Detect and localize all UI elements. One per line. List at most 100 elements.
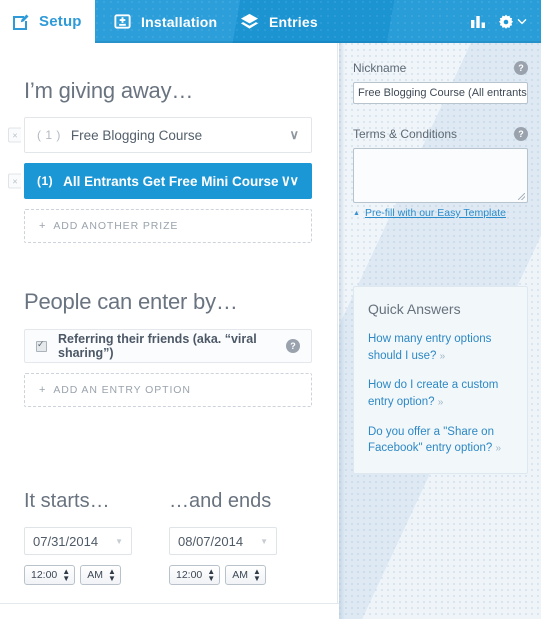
quick-answers-title: Quick Answers <box>368 301 461 317</box>
app-root: Setup Installation Entries I’m giving aw… <box>0 0 541 619</box>
ends-title: and ends <box>189 490 272 512</box>
schedule-headings: It starts… …and ends <box>24 490 314 513</box>
setup-main-panel: I’m giving away… × ( 1 ) Free Blogging C… <box>0 43 338 603</box>
add-another-prize-button[interactable]: + ADD ANOTHER PRIZE <box>24 209 312 243</box>
caret-down-icon: ▼ <box>260 536 268 546</box>
prize-name: Free Blogging Course <box>70 127 203 143</box>
help-icon[interactable]: ? <box>514 61 528 75</box>
stepper-arrows-icon[interactable]: ▲ ▼ <box>108 568 116 583</box>
prize-quantity: (1) <box>37 174 54 188</box>
bar-chart-icon-button[interactable] <box>458 0 498 43</box>
settings-menu-button[interactable] <box>498 0 541 43</box>
prize-name: All Entrants Get Free Mini Course When I <box>63 173 290 189</box>
terms-label-row: Terms & Conditions ? <box>353 127 528 141</box>
end-time-value: 12:00 <box>176 569 203 581</box>
end-date-value: 08/07/2014 <box>178 533 244 549</box>
nav-item-installation-label: Installation <box>141 13 218 30</box>
bar-chart-icon <box>470 14 486 29</box>
nav-right-actions <box>458 0 541 43</box>
quick-answer-text: How do I create a custom entry option? <box>368 379 499 409</box>
terms-textarea[interactable] <box>353 148 528 203</box>
section-title-enter-by: People can enter by… <box>24 289 238 314</box>
nav-item-entries[interactable]: Entries <box>239 0 318 43</box>
tab-setup-label: Setup <box>39 13 82 30</box>
remove-prize-button[interactable]: × <box>8 173 21 189</box>
chevron-down-icon[interactable]: ∨ <box>289 173 299 189</box>
end-meridiem-value: AM <box>232 569 248 581</box>
arrow-icon: » <box>437 397 444 409</box>
prize-item-1[interactable]: (1) All Entrants Get Free Mini Course Wh… <box>24 163 312 199</box>
end-date-input[interactable]: 08/07/2014 ▼ <box>169 527 277 555</box>
help-icon[interactable]: ? <box>514 127 528 141</box>
starts-title: It starts <box>24 490 90 512</box>
help-icon[interactable]: ? <box>286 339 300 353</box>
settings-sidebar: Nickname ? Free Blogging Course (All ent… <box>339 43 541 619</box>
stepper-arrows-icon[interactable]: ▲ ▼ <box>62 568 70 583</box>
nickname-field-group: Nickname ? Free Blogging Course (All ent… <box>353 61 528 104</box>
top-navigation-bar: Setup Installation Entries <box>0 0 541 43</box>
add-entry-option-label: ADD AN ENTRY OPTION <box>53 384 191 396</box>
entry-option-referral[interactable]: Referring their friends (aka. “viral sha… <box>24 329 312 363</box>
schedule-controls: 07/31/2014 ▼ 12:00 ▲ ▼ AM ▲ ▼ 08/07/2014… <box>24 527 314 585</box>
bullet-icon: ▲ <box>353 209 360 217</box>
caret-down-icon: ▼ <box>115 536 123 546</box>
quick-answer-text: How many entry options should I use? <box>368 333 492 362</box>
nickname-label: Nickname <box>353 61 407 75</box>
prize-list: × ( 1 ) Free Blogging Course ∨ × (1) All… <box>8 117 312 243</box>
prefill-template-link[interactable]: ▲ Pre-fill with our Easy Template <box>353 207 506 219</box>
stepper-arrows-icon[interactable]: ▲ ▼ <box>207 568 215 583</box>
nav-item-entries-label: Entries <box>269 13 318 30</box>
quick-answer-link-2[interactable]: Do you offer a "Share on Facebook" entry… <box>368 424 513 457</box>
prefill-template-label: Pre-fill with our Easy Template <box>364 207 506 219</box>
compose-icon <box>11 12 31 32</box>
terms-field-group: Terms & Conditions ? <box>353 127 528 203</box>
starts-ellipsis: … <box>89 490 110 512</box>
ends-ellipsis: … <box>169 490 189 512</box>
arrow-icon: » <box>439 350 446 362</box>
prize-row: × (1) All Entrants Get Free Mini Course … <box>8 163 312 199</box>
quick-answers-card: Quick Answers How many entry options sho… <box>353 286 528 475</box>
start-meridiem-value: AM <box>87 569 103 581</box>
start-time-row: 12:00 ▲ ▼ AM ▲ ▼ <box>24 565 169 585</box>
chevron-down-icon <box>517 18 527 25</box>
panel-footer <box>0 603 339 619</box>
schedule-section: It starts… …and ends 07/31/2014 ▼ 12:00 … <box>24 490 314 585</box>
nickname-label-row: Nickname ? <box>353 61 528 75</box>
prize-quantity: ( 1 ) <box>37 128 61 142</box>
nav-item-installation[interactable]: Installation <box>113 0 217 43</box>
entry-option-label: Referring their friends (aka. “viral sha… <box>58 332 257 360</box>
end-time-stepper[interactable]: 12:00 ▲ ▼ <box>169 565 221 585</box>
nickname-value: Free Blogging Course (All entrants w <box>358 87 528 99</box>
end-meridiem-stepper[interactable]: AM ▲ ▼ <box>225 565 266 585</box>
stepper-arrows-icon[interactable]: ▲ ▼ <box>253 568 261 583</box>
end-datetime-group: 08/07/2014 ▼ 12:00 ▲ ▼ AM ▲ ▼ <box>169 527 314 585</box>
start-datetime-group: 07/31/2014 ▼ 12:00 ▲ ▼ AM ▲ ▼ <box>24 527 169 585</box>
add-entry-option-button[interactable]: + ADD AN ENTRY OPTION <box>24 373 312 407</box>
plus-icon: + <box>39 384 47 396</box>
start-date-input[interactable]: 07/31/2014 ▼ <box>24 527 132 555</box>
terms-label: Terms & Conditions <box>353 127 458 141</box>
entry-option-checkbox[interactable] <box>36 339 47 352</box>
nickname-input[interactable]: Free Blogging Course (All entrants w <box>353 82 528 104</box>
end-time-row: 12:00 ▲ ▼ AM ▲ ▼ <box>169 565 314 585</box>
tab-setup[interactable]: Setup <box>11 0 82 43</box>
layers-icon <box>239 12 260 31</box>
remove-prize-button[interactable]: × <box>8 127 21 143</box>
entry-option-list: Referring their friends (aka. “viral sha… <box>24 329 312 407</box>
quick-answer-link-1[interactable]: How do I create a custom entry option? » <box>368 377 513 410</box>
section-title-giving-away: I’m giving away… <box>24 78 194 103</box>
gear-icon <box>498 14 514 30</box>
quick-answer-text: Do you offer a "Share on Facebook" entry… <box>368 425 494 455</box>
prize-item-0[interactable]: ( 1 ) Free Blogging Course ∨ <box>24 117 312 153</box>
arrow-icon: » <box>495 443 502 455</box>
quick-answer-link-0[interactable]: How many entry options should I use? » <box>368 331 513 364</box>
add-another-prize-label: ADD ANOTHER PRIZE <box>53 220 179 232</box>
start-time-value: 12:00 <box>31 569 58 581</box>
start-meridiem-stepper[interactable]: AM ▲ ▼ <box>80 565 121 585</box>
plus-icon: + <box>39 220 47 232</box>
start-date-value: 07/31/2014 <box>33 533 99 549</box>
chevron-down-icon[interactable]: ∨ <box>289 127 299 143</box>
install-box-icon <box>113 12 132 31</box>
prize-row: × ( 1 ) Free Blogging Course ∨ <box>8 117 312 153</box>
start-time-stepper[interactable]: 12:00 ▲ ▼ <box>24 565 76 585</box>
